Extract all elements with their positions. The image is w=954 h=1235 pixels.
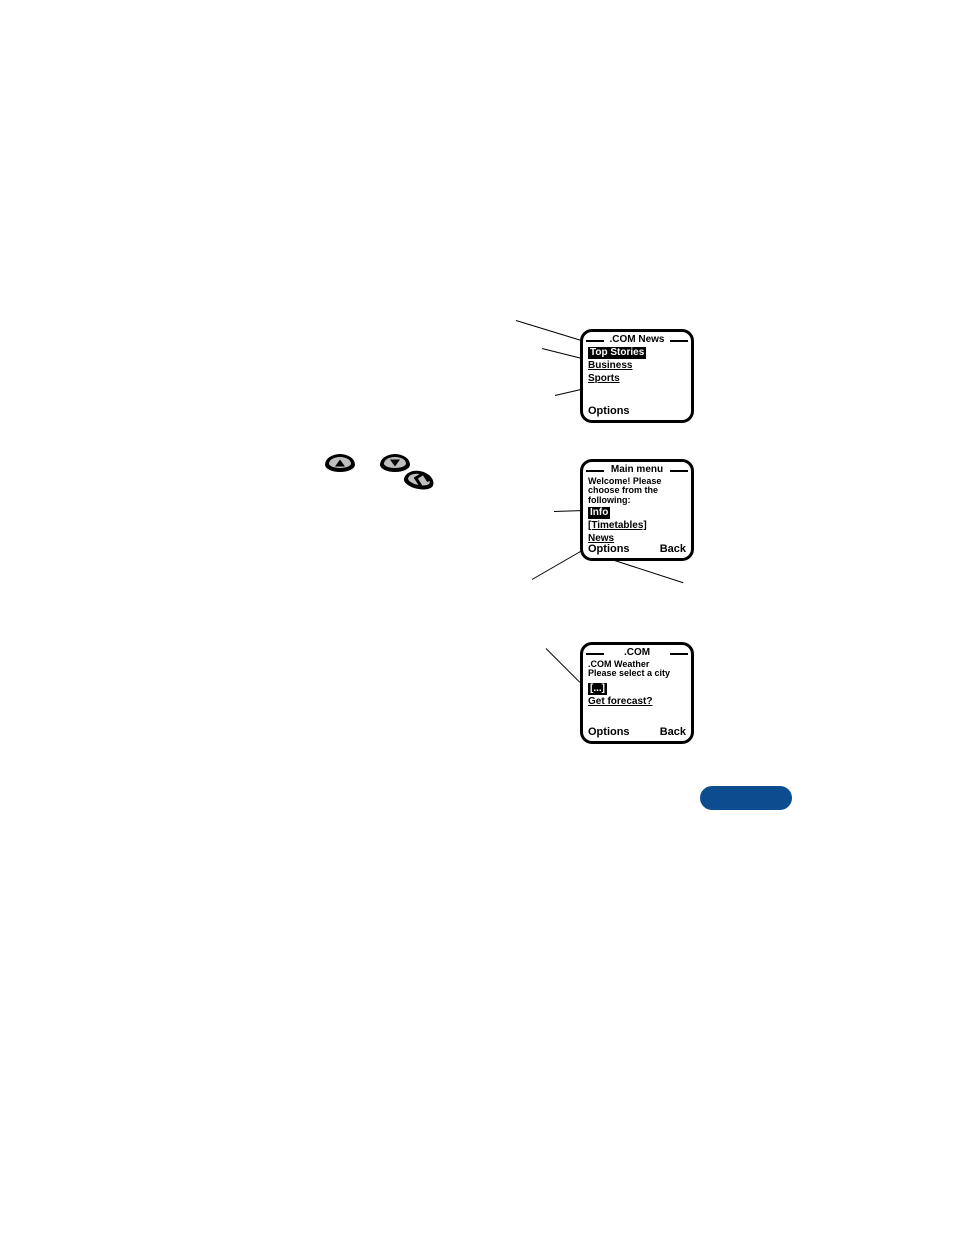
softkey-options[interactable]: Options xyxy=(588,543,630,556)
weather-prompt: Please select a city xyxy=(588,669,686,678)
softkey-back[interactable]: Back xyxy=(660,543,686,556)
screen-title: .COM News xyxy=(583,332,691,346)
welcome-text: Welcome! Please choose from the followin… xyxy=(588,477,686,505)
softkey-options[interactable]: Options xyxy=(588,405,630,418)
scroll-down-icon xyxy=(380,454,410,472)
menu-item[interactable]: [Timetables] xyxy=(588,520,686,532)
phone-screen-mainmenu: Main menu Welcome! Please choose from th… xyxy=(580,459,694,561)
leader-line xyxy=(532,549,584,580)
select-field[interactable]: [...] xyxy=(588,683,607,695)
menu-item-selected[interactable]: Top Stories xyxy=(588,347,646,359)
menu-item-selected[interactable]: Info xyxy=(588,507,610,519)
leader-line xyxy=(546,648,581,683)
screen-title: .COM xyxy=(583,645,691,659)
blue-pill xyxy=(700,786,792,810)
enter-key-icon xyxy=(402,468,435,492)
softkey-options[interactable]: Options xyxy=(588,726,630,739)
phone-screen-news: .COM News Top Stories Business Sports Op… xyxy=(580,329,694,423)
menu-item[interactable]: Business xyxy=(588,360,686,372)
softkey-back[interactable]: Back xyxy=(660,726,686,739)
phone-screen-weather: .COM .COM Weather Please select a city [… xyxy=(580,642,694,744)
screen-title: Main menu xyxy=(583,462,691,476)
scroll-up-icon xyxy=(325,454,355,472)
menu-item[interactable]: Get forecast? xyxy=(588,696,686,708)
menu-item[interactable]: Sports xyxy=(588,373,686,385)
